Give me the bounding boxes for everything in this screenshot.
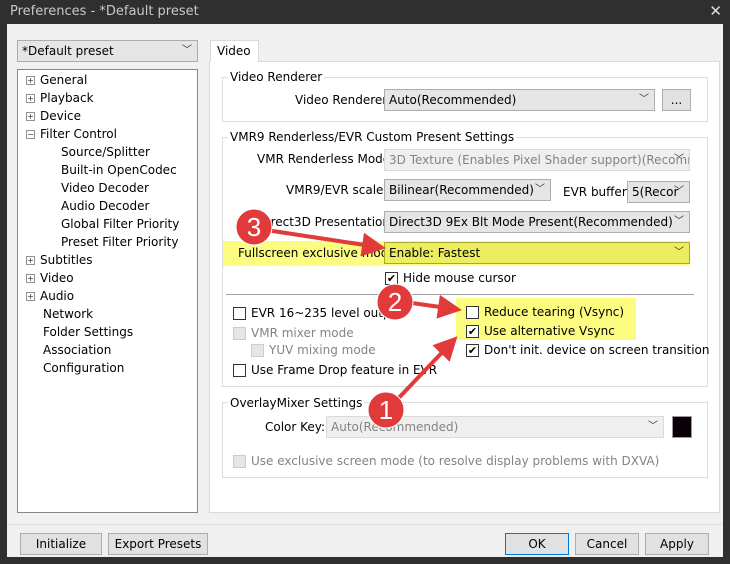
arrow-1 — [390, 336, 458, 407]
annotation-overlay: 3 2 1 — [235, 208, 462, 429]
badge-1: 1 — [379, 395, 393, 425]
tab-video[interactable]: Video — [210, 40, 259, 62]
badge-2: 2 — [388, 287, 402, 317]
arrow-3 — [265, 228, 386, 257]
badge-3: 3 — [247, 212, 261, 242]
